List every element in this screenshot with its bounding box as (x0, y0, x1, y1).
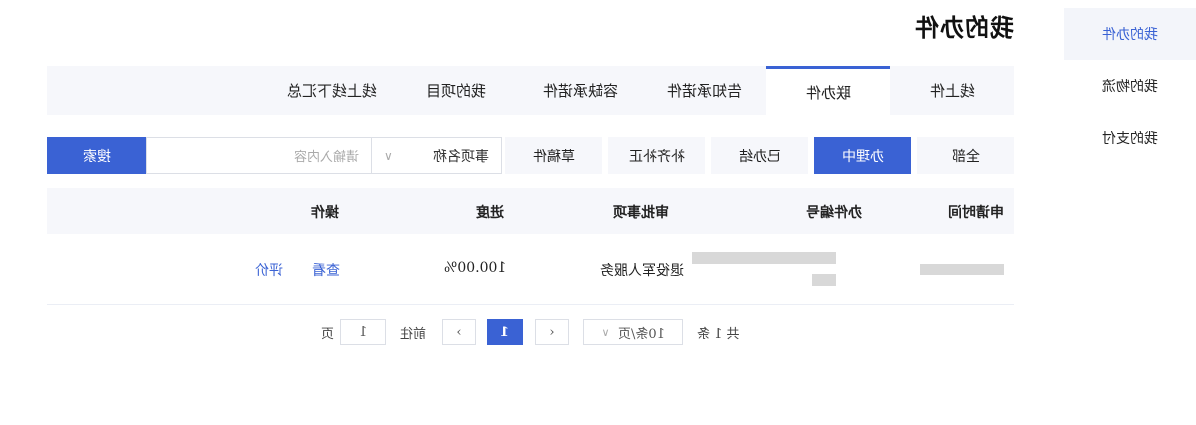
filter-all[interactable]: 全部 (917, 137, 1014, 174)
col-progress: 进度 (476, 205, 504, 221)
tab-summary[interactable]: 线上线下汇总 (270, 66, 394, 115)
chevron-left-icon: ‹ (549, 324, 555, 340)
tab-joint[interactable]: 联办件 (766, 66, 890, 115)
page-title: 我的办件 (914, 13, 1014, 42)
cell-progress: 100.00% (443, 260, 506, 276)
filter-supplement[interactable]: 补齐补正 (608, 137, 705, 174)
search-bar: 事项名称 ∨ 请输入内容 搜索 (47, 137, 502, 176)
tab-my-projects[interactable]: 我的项目 (394, 66, 518, 115)
search-input[interactable]: 请输入内容 (146, 137, 371, 174)
page-size-select[interactable]: 10条/页 ∨ (583, 319, 683, 345)
sidebar: 我的办件 我的物流 我的支付 (1064, 8, 1196, 164)
prev-page-button[interactable]: ‹ (535, 319, 569, 345)
col-apply-time: 申请时间 (948, 205, 1004, 221)
search-field-select[interactable]: 事项名称 ∨ (371, 137, 502, 174)
cell-approval-item: 退役军人服务 (600, 263, 684, 279)
goto-label: 前往 (399, 327, 426, 342)
filter-completed[interactable]: 已办结 (711, 137, 808, 174)
tab-bar: 线上件 联办件 告知承诺件 容缺承诺件 我的项目 线上线下汇总 (47, 66, 1014, 115)
tab-notify-commit[interactable]: 告知承诺件 (642, 66, 766, 115)
table-row: 退役军人服务 100.00% 查看 评价 (47, 234, 1014, 305)
rate-link[interactable]: 评价 (255, 260, 283, 280)
chevron-right-icon: › (456, 324, 462, 340)
next-page-button[interactable]: › (442, 319, 476, 345)
tab-tolerance-commit[interactable]: 容缺承诺件 (518, 66, 642, 115)
redacted-case-number (692, 252, 836, 264)
filter-draft[interactable]: 草稿件 (505, 137, 602, 174)
pagination-total: 共 1 条 (697, 327, 740, 342)
page-unit-label: 页 (320, 327, 334, 342)
table-header: 申请时间 办件编号 审批事项 进度 操作 (47, 188, 1014, 234)
sidebar-item-payment[interactable]: 我的支付 (1064, 112, 1196, 164)
col-case-number: 办件编号 (806, 205, 862, 221)
redacted-time (920, 264, 1004, 275)
chevron-down-icon: ∨ (601, 325, 610, 339)
page-1-button[interactable]: 1 (487, 319, 523, 345)
col-actions: 操作 (311, 205, 339, 221)
filter-processing[interactable]: 办理中 (814, 137, 911, 174)
status-filters: 全部 办理中 已办结 补齐补正 草稿件 (505, 137, 1014, 174)
col-approval-item: 审批事项 (613, 205, 669, 221)
goto-page-input[interactable]: 1 (340, 319, 386, 345)
chevron-down-icon: ∨ (384, 148, 393, 163)
sidebar-item-my-cases[interactable]: 我的办件 (1064, 8, 1196, 60)
redacted-case-number-2 (812, 274, 836, 286)
sidebar-item-logistics[interactable]: 我的物流 (1064, 60, 1196, 112)
tab-online[interactable]: 线上件 (890, 66, 1014, 115)
search-button[interactable]: 搜索 (47, 137, 146, 174)
view-link[interactable]: 查看 (312, 260, 340, 280)
